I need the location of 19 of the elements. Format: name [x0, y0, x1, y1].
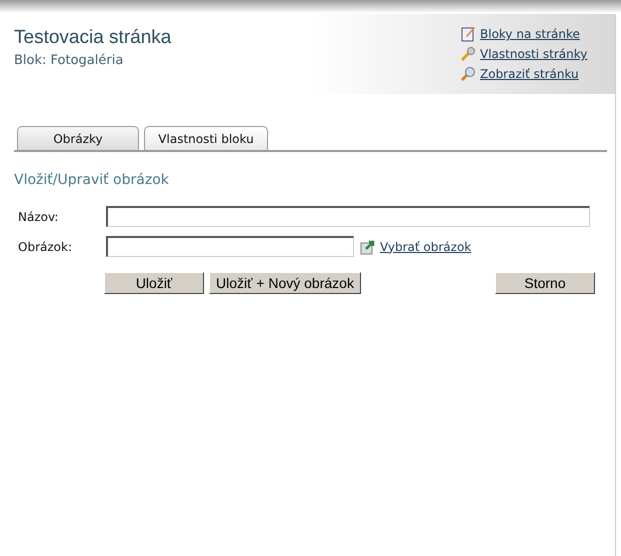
tab[interactable]: Obrázky: [17, 126, 139, 150]
header-link[interactable]: Bloky na stránke: [480, 27, 580, 41]
section-title: Vložiť/Upraviť obrázok: [14, 172, 170, 188]
input-field[interactable]: [106, 236, 354, 257]
header-link[interactable]: Zobraziť stránku: [480, 67, 579, 81]
input-field[interactable]: [106, 206, 590, 227]
field-label: Názov:: [18, 210, 60, 224]
image-icon: [360, 238, 376, 254]
header-link[interactable]: Vlastnosti stránky: [480, 47, 588, 61]
field-label: Obrázok:: [18, 240, 73, 254]
choose-image-link[interactable]: Vybrať obrázok: [380, 240, 472, 254]
page-title: Testovacia stránka: [14, 27, 172, 49]
block-subtitle: Blok: Fotogaléria: [14, 53, 124, 68]
edit-icon: [460, 26, 476, 42]
tab[interactable]: Vlastnosti bloku: [144, 126, 268, 150]
form-button[interactable]: Storno: [495, 272, 595, 294]
form-button[interactable]: Uložiť + Nový obrázok: [209, 272, 361, 294]
form-button[interactable]: Uložiť: [104, 272, 204, 294]
search-icon: [460, 66, 476, 82]
